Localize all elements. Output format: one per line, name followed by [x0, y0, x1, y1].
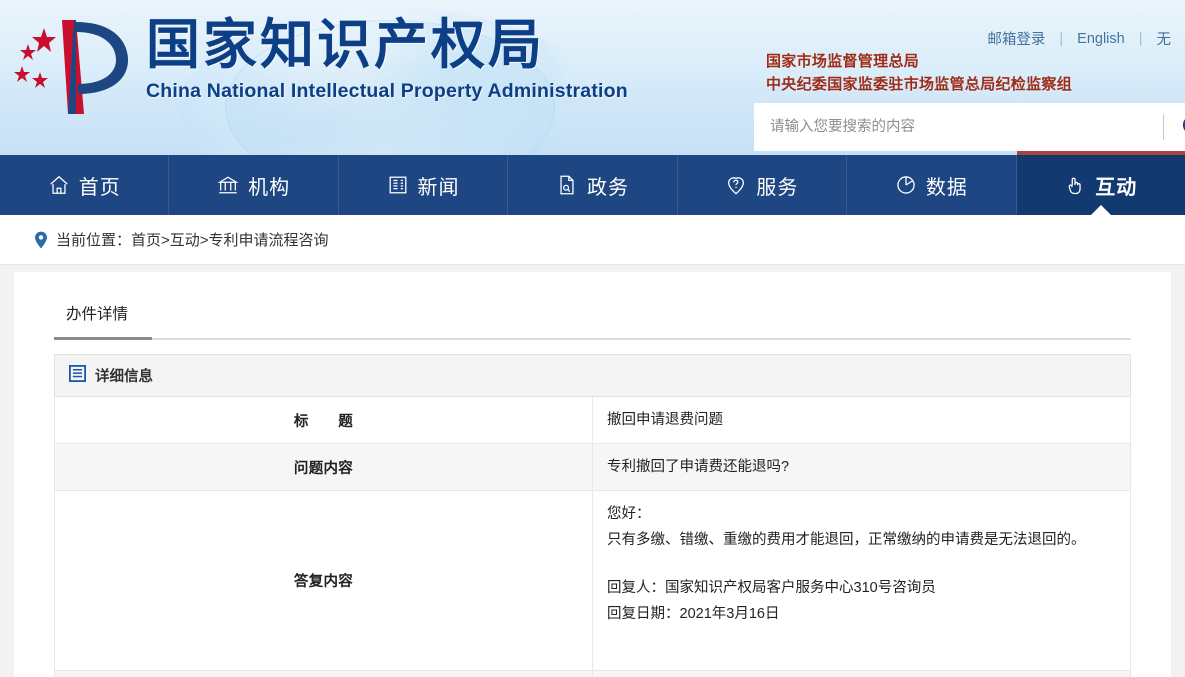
org-line-1[interactable]: 国家市场监督管理总局: [766, 50, 1072, 73]
affiliated-organizations: 国家市场监督管理总局 中央纪委国家监委驻市场监管总局纪检监察组: [766, 50, 1072, 96]
document-icon: [556, 174, 578, 196]
table-row-question: 问题内容 专利撤回了申请费还能退吗?: [54, 443, 1131, 491]
table-section-header-row: 详细信息: [54, 354, 1131, 397]
table-row-attachment: 附 件: [54, 670, 1131, 677]
tab-underline: [54, 338, 1131, 340]
site-search: [754, 103, 1185, 151]
tab-bar: 办件详情: [54, 302, 1131, 340]
logo-emblem: [10, 8, 140, 123]
breadcrumb: 当前位置： 首页>互动>专利申请流程咨询: [0, 215, 1185, 265]
page-background: 办件详情 详细信息 标 题 撤回申请退费问题 问题内容 专利撤回了申请费还能退吗…: [0, 265, 1185, 677]
detail-card: 办件详情 详细信息 标 题 撤回申请退费问题 问题内容 专利撤回了申请费还能退吗…: [14, 272, 1171, 677]
row-label-answer: 答复内容: [54, 490, 593, 671]
breadcrumb-path[interactable]: 首页>互动>专利申请流程咨询: [131, 229, 329, 250]
hand-pointer-icon: [1064, 174, 1086, 196]
row-label-attachment: 附 件: [54, 670, 593, 677]
nav-label-news: 新闻: [417, 176, 460, 199]
answer-greeting: 您好：: [607, 506, 651, 522]
tab-active-indicator: [54, 337, 152, 340]
org-line-2[interactable]: 中央纪委国家监委驻市场监管总局纪检监察组: [766, 73, 1072, 96]
section-header-cell: 详细信息: [54, 354, 1131, 397]
p-emblem-icon: [62, 20, 128, 114]
logo-title-cn: 国家知识产权局: [146, 13, 545, 76]
service-tag-icon: [725, 174, 747, 196]
nav-item-government-affairs[interactable]: 政务: [508, 155, 678, 215]
nav-item-home[interactable]: 首页: [0, 155, 170, 215]
nav-label-home: 首页: [78, 176, 121, 199]
detail-table: 详细信息 标 题 撤回申请退费问题 问题内容 专利撤回了申请费还能退吗? 答复内…: [54, 354, 1131, 677]
breadcrumb-label: 当前位置：: [56, 232, 132, 249]
row-label-title: 标 题: [54, 396, 593, 444]
row-label-question: 问题内容: [54, 443, 593, 491]
nav-item-organization[interactable]: 机构: [169, 155, 339, 215]
nav-item-data[interactable]: 数据: [847, 155, 1017, 215]
bank-icon: [217, 174, 239, 196]
search-input[interactable]: [754, 104, 1163, 150]
tab-case-detail[interactable]: 办件详情: [54, 302, 140, 335]
nav-item-news[interactable]: 新闻: [339, 155, 509, 215]
site-logo[interactable]: 国家知识产权局 China National Intellectual Prop…: [10, 8, 628, 123]
pie-chart-icon: [895, 174, 917, 196]
nav-label-services: 服务: [756, 176, 799, 199]
row-value-question: 专利撤回了申请费还能退吗?: [592, 443, 1131, 491]
answer-spacer: [607, 553, 1116, 575]
row-value-title: 撤回申请退费问题: [592, 396, 1131, 444]
answer-responder: 回复人：国家知识产权局客户服务中心310号咨询员: [607, 580, 936, 596]
site-header: 国家知识产权局 China National Intellectual Prop…: [0, 0, 1185, 155]
table-row-answer: 答复内容 您好： 只有多缴、错缴、重缴的费用才能退回，正常缴纳的申请费是无法退回…: [54, 490, 1131, 671]
nav-label-organization: 机构: [248, 176, 291, 199]
answer-date: 回复日期：2021年3月16日: [607, 606, 780, 622]
row-value-answer: 您好： 只有多缴、错缴、重缴的费用才能退回，正常缴纳的申请费是无法退回的。 回复…: [592, 490, 1131, 671]
main-navigation: 首页 机构 新闻 政务 服务 数据 互动: [0, 151, 1185, 215]
newspaper-icon: [387, 174, 409, 196]
home-icon: [48, 174, 70, 196]
mailbox-login-link[interactable]: 邮箱登录: [973, 28, 1059, 49]
nav-item-services[interactable]: 服务: [678, 155, 848, 215]
accessibility-link[interactable]: 无: [1143, 28, 1185, 49]
location-pin-icon: [34, 231, 48, 249]
logo-title-en: China National Intellectual Property Adm…: [146, 80, 628, 102]
row-value-attachment: [592, 670, 1131, 677]
section-title: 详细信息: [95, 369, 153, 385]
nav-label-interaction: 互动: [1095, 176, 1138, 199]
nav-item-interaction[interactable]: 互动: [1016, 151, 1185, 215]
english-link[interactable]: English: [1063, 31, 1139, 47]
nav-label-government-affairs: 政务: [586, 176, 629, 199]
nav-label-data: 数据: [925, 176, 968, 199]
top-utility-links: 邮箱登录 | English | 无: [973, 28, 1185, 49]
search-icon: [1182, 119, 1185, 131]
answer-body: 只有多缴、错缴、重缴的费用才能退回，正常缴纳的申请费是无法退回的。: [607, 532, 1086, 548]
list-panel-icon: [68, 364, 86, 386]
search-button[interactable]: [1164, 103, 1185, 151]
table-row-title: 标 题 撤回申请退费问题: [54, 396, 1131, 444]
